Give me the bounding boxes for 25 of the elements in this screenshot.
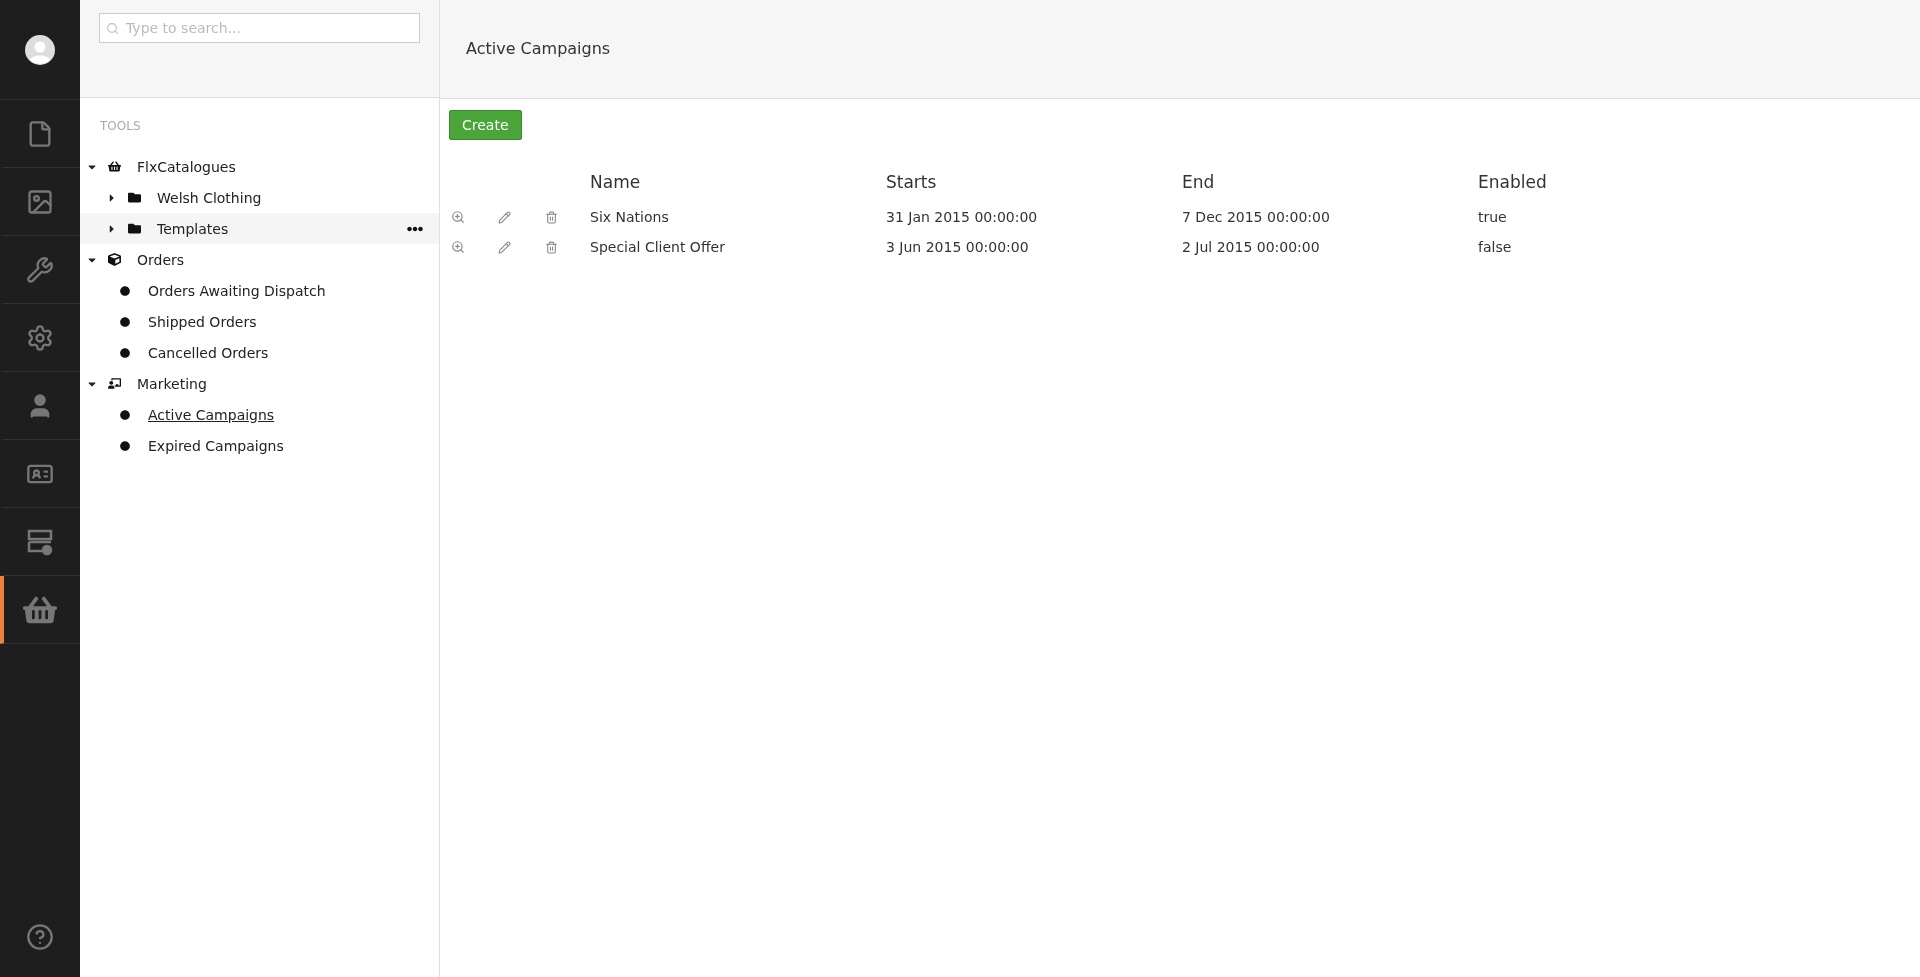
- column-header: End: [1182, 171, 1216, 194]
- table-cell-text: true: [1478, 208, 1508, 227]
- column-header: Enabled: [1478, 171, 1548, 194]
- table-cell-text: Special Client Offer: [590, 238, 726, 257]
- tree-item[interactable]: Welsh Clothing: [157, 189, 262, 206]
- column-header: Starts: [886, 171, 938, 194]
- section-heading: TOOLS: [99, 118, 142, 135]
- table-cell-text: 31 Jan 2015 00:00:00: [886, 208, 1039, 227]
- tree-item[interactable]: Expired Campaigns: [148, 437, 284, 454]
- tree-item[interactable]: Marketing: [137, 375, 207, 392]
- tree-item[interactable]: Orders: [137, 251, 185, 268]
- tree-item[interactable]: Templates: [157, 220, 229, 237]
- table-cell-text: 7 Dec 2015 00:00:00: [1182, 208, 1331, 227]
- table-cell-text: Six Nations: [590, 208, 670, 227]
- tree-item[interactable]: Orders Awaiting Dispatch: [148, 282, 326, 299]
- tree-item[interactable]: Cancelled Orders: [148, 344, 269, 361]
- table-cell-text: 2 Jul 2015 00:00:00: [1182, 238, 1321, 257]
- table-cell-text: 3 Jun 2015 00:00:00: [886, 238, 1030, 257]
- table-cell-text: false: [1478, 238, 1513, 257]
- column-header: Name: [590, 171, 642, 194]
- page-title: Active Campaigns: [466, 38, 611, 58]
- tree-item[interactable]: Shipped Orders: [148, 313, 257, 330]
- tree-item[interactable]: FlxCatalogues: [137, 158, 236, 175]
- tree-item[interactable]: Active Campaigns: [148, 406, 275, 423]
- search-field[interactable]: Type to search...: [99, 13, 420, 43]
